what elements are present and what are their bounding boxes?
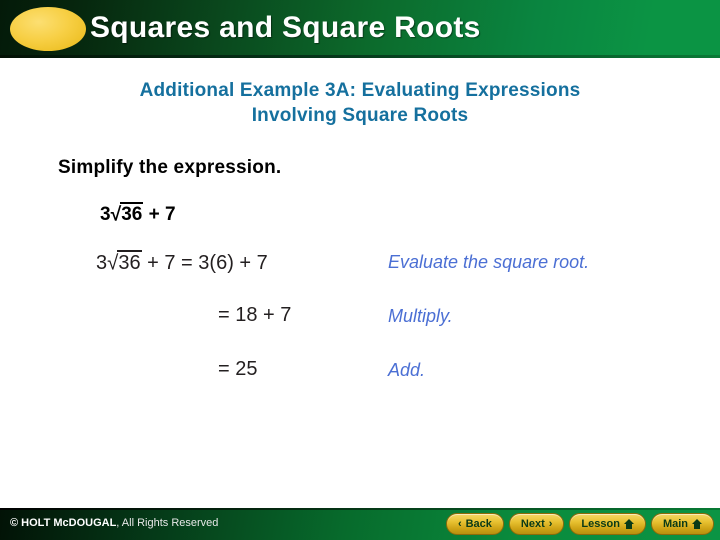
slide-header: Squares and Square Roots (0, 0, 720, 58)
step-1-radical: √36 (107, 250, 142, 275)
example-subtitle-line-1: Additional Example 3A: Evaluating Expres… (139, 80, 581, 101)
step-1-math: 3√36 + 7 = 3(6) + 7 (96, 250, 268, 275)
publisher-name: © HOLT McDOUGAL (10, 517, 117, 529)
solution-step-3: = 25 Add. (0, 352, 720, 404)
step-1-note: Evaluate the square root. (388, 252, 590, 272)
chevron-left-icon: ‹ (457, 518, 462, 530)
header-underline (0, 55, 720, 58)
slide-footer: © HOLT McDOUGAL, All Rights Reserved ‹ B… (0, 508, 720, 540)
back-button-label: Back (465, 518, 492, 530)
expression-coefficient: 3 (100, 204, 111, 225)
home-icon (623, 519, 634, 529)
chevron-right-icon: › (548, 518, 553, 530)
home-icon (692, 519, 702, 529)
main-button[interactable]: Main (650, 513, 714, 535)
navigation-buttons: ‹ Back Next › Lesson Main (445, 513, 714, 535)
step-1-radicand: 36 (117, 250, 142, 274)
step-3-note: Add. (388, 360, 426, 380)
problem-expression: 3√36 + 7 (100, 202, 176, 226)
step-1-suffix: + 7 = 3(6) + 7 (141, 252, 268, 274)
rights-reserved-text: , All Rights Reserved (116, 517, 219, 529)
solution-step-2: = 18 + 7 Multiply. (0, 300, 720, 352)
radical-expression: √36 (111, 202, 144, 226)
main-button-label: Main (662, 518, 688, 530)
expression-tail: + 7 (143, 204, 176, 225)
page-title: Squares and Square Roots (90, 11, 481, 44)
header-ellipse-decoration (10, 7, 86, 51)
step-3-math: = 25 (218, 358, 258, 380)
instruction-text: Simplify the expression. (58, 157, 282, 178)
step-2-math: = 18 + 7 (218, 304, 292, 326)
copyright-text: © HOLT McDOUGAL, All Rights Reserved (10, 517, 218, 529)
footer-topline (0, 508, 720, 510)
back-button[interactable]: ‹ Back (445, 513, 504, 535)
example-subtitle-line-2: Involving Square Roots (251, 105, 469, 126)
radicand-value: 36 (120, 202, 144, 225)
lesson-button[interactable]: Lesson (569, 513, 646, 535)
example-subtitle: Additional Example 3A: Evaluating Expres… (0, 78, 720, 128)
step-1-prefix: 3 (96, 252, 108, 274)
next-button-label: Next (520, 518, 545, 530)
solution-steps: 3√36 + 7 = 3(6) + 7 Evaluate the square … (0, 248, 720, 404)
step-2-note: Multiply. (388, 306, 453, 326)
next-button[interactable]: Next › (508, 513, 565, 535)
solution-step-1: 3√36 + 7 = 3(6) + 7 Evaluate the square … (0, 248, 720, 300)
lesson-button-label: Lesson (581, 518, 620, 530)
